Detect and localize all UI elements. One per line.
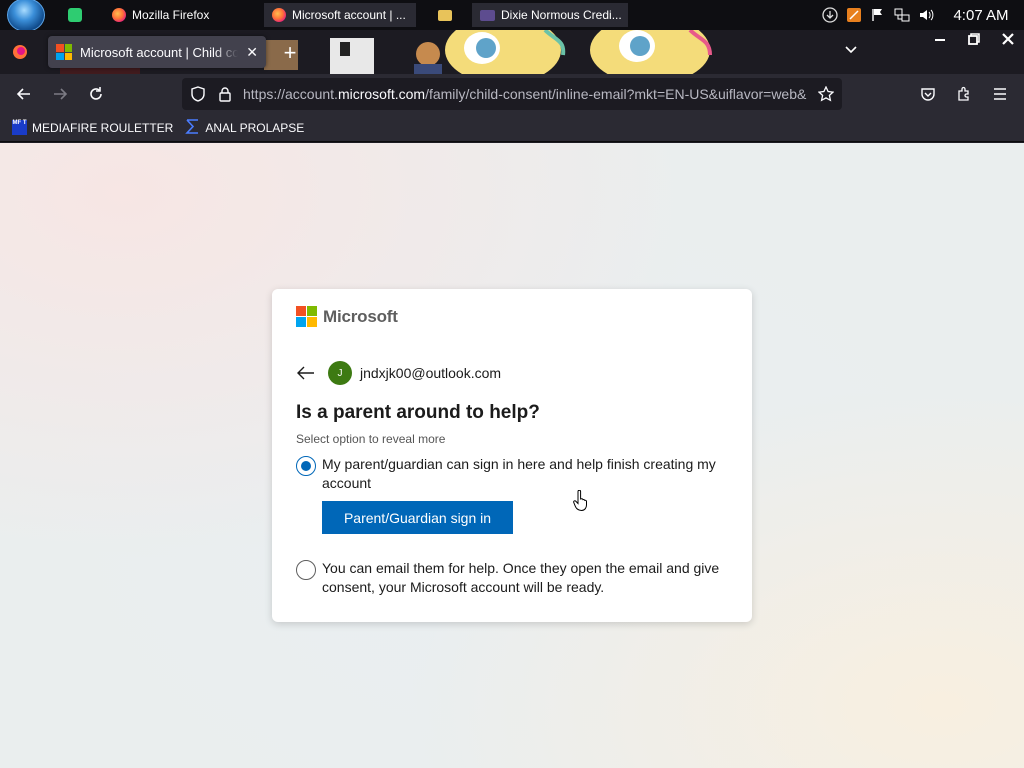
- page-subtitle: Select option to reveal more: [296, 432, 446, 446]
- firefox-icon[interactable]: [12, 44, 28, 60]
- radio-parent-sign-in[interactable]: [296, 456, 316, 476]
- taskbar-item-label: Dixie Normous Credi...: [501, 8, 622, 22]
- media-icon: [480, 9, 495, 21]
- firefox-icon: [272, 8, 286, 22]
- url-suffix: /family/child-consent/inline-email?mkt=E…: [425, 86, 807, 102]
- navigation-toolbar: https://account.microsoft.com/family/chi…: [0, 74, 1024, 114]
- hamburger-menu-icon[interactable]: [988, 82, 1012, 106]
- microsoft-logo-icon: [296, 306, 317, 327]
- clock[interactable]: 4:07 AM: [938, 7, 1024, 24]
- taskbar-item-label: Mozilla Firefox: [132, 8, 210, 22]
- app-orange-icon[interactable]: [846, 7, 862, 23]
- brand-name: Microsoft: [323, 306, 398, 326]
- url-prefix: https://account.: [243, 86, 338, 102]
- back-button[interactable]: [12, 82, 36, 106]
- taskbar-item-notes[interactable]: [60, 3, 90, 27]
- radio-email-parent[interactable]: [296, 560, 316, 580]
- mediafire-icon: MF T: [12, 120, 27, 135]
- taskbar-item-label: Microsoft account | ...: [292, 8, 406, 22]
- consent-card: Microsoft J jndxjk00@outlook.com Is a pa…: [272, 289, 752, 622]
- bookmark-label: ANAL PROLAPSE: [205, 120, 305, 135]
- parent-guardian-sign-in-button[interactable]: Parent/Guardian sign in: [322, 501, 513, 534]
- microsoft-logo-icon: [56, 44, 72, 60]
- hand-cursor-icon: [573, 490, 587, 512]
- identity-banner: J jndxjk00@outlook.com: [296, 361, 501, 385]
- notepad-green-icon: [68, 8, 82, 22]
- os-taskbar: Mozilla Firefox Microsoft account | ... …: [0, 0, 1024, 32]
- taskbar-item-media[interactable]: Dixie Normous Credi...: [472, 3, 628, 27]
- bookmark-star-icon[interactable]: [817, 85, 835, 105]
- bookmark-second[interactable]: ANAL PROLAPSE: [185, 118, 305, 137]
- new-tab-button[interactable]: +: [276, 40, 304, 66]
- close-tab-icon[interactable]: ✕: [246, 44, 258, 61]
- tab-microsoft-account[interactable]: Microsoft account | Child consent ✕: [48, 36, 266, 68]
- bookmark-mediafire-rouletter[interactable]: MF T MEDIAFIRE ROULETTER: [12, 120, 173, 135]
- minimize-icon[interactable]: [934, 32, 946, 48]
- microsoft-brand: Microsoft: [296, 306, 398, 327]
- avatar: J: [328, 361, 352, 385]
- tab-title: Microsoft account | Child consent: [80, 44, 239, 60]
- taskbar-item-microsoft-account[interactable]: Microsoft account | ...: [264, 3, 416, 27]
- volume-icon[interactable]: [918, 7, 934, 23]
- bookmarks-toolbar: MF T MEDIAFIRE ROULETTER ANAL PROLAPSE: [0, 114, 1024, 142]
- option-parent-sign-in[interactable]: My parent/guardian can sign in here and …: [296, 455, 728, 493]
- account-email: jndxjk00@outlook.com: [360, 365, 502, 381]
- firefox-icon: [112, 8, 126, 22]
- option-email-parent[interactable]: You can email them for help. Once they o…: [296, 559, 728, 597]
- url-bar[interactable]: https://account.microsoft.com/family/chi…: [182, 78, 842, 110]
- url-domain: microsoft.com: [337, 86, 426, 102]
- start-button[interactable]: [7, 0, 45, 32]
- bookmark-sigma-icon: [185, 118, 200, 137]
- forward-button[interactable]: [48, 82, 72, 106]
- restore-icon[interactable]: [968, 32, 980, 48]
- list-tabs-chevron-icon[interactable]: [844, 42, 858, 59]
- browser-tab-strip: Microsoft account | Child consent ✕ +: [0, 30, 1024, 74]
- extensions-icon[interactable]: [952, 82, 976, 106]
- flag-icon[interactable]: [870, 7, 886, 23]
- network-icon[interactable]: [894, 7, 910, 23]
- back-arrow-icon[interactable]: [296, 363, 316, 383]
- window-controls: [934, 30, 1014, 50]
- folder-icon: [438, 9, 452, 21]
- option-label: My parent/guardian can sign in here and …: [322, 456, 716, 491]
- close-window-icon[interactable]: [1002, 32, 1014, 48]
- option-label: You can email them for help. Once they o…: [322, 560, 720, 595]
- lock-icon[interactable]: [218, 86, 232, 105]
- system-tray: 4:07 AM: [818, 0, 1024, 30]
- shield-icon[interactable]: [190, 86, 206, 105]
- taskbar-item-firefox[interactable]: Mozilla Firefox: [104, 3, 217, 27]
- url-text[interactable]: https://account.microsoft.com/family/chi…: [243, 86, 809, 102]
- taskbar-item-folder[interactable]: [430, 3, 460, 27]
- page-content: Microsoft J jndxjk00@outlook.com Is a pa…: [0, 143, 1024, 768]
- reload-button[interactable]: [84, 82, 108, 106]
- download-icon[interactable]: [822, 7, 838, 23]
- bookmark-label: MEDIAFIRE ROULETTER: [32, 120, 174, 135]
- page-title: Is a parent around to help?: [296, 402, 540, 423]
- pocket-icon[interactable]: [916, 82, 940, 106]
